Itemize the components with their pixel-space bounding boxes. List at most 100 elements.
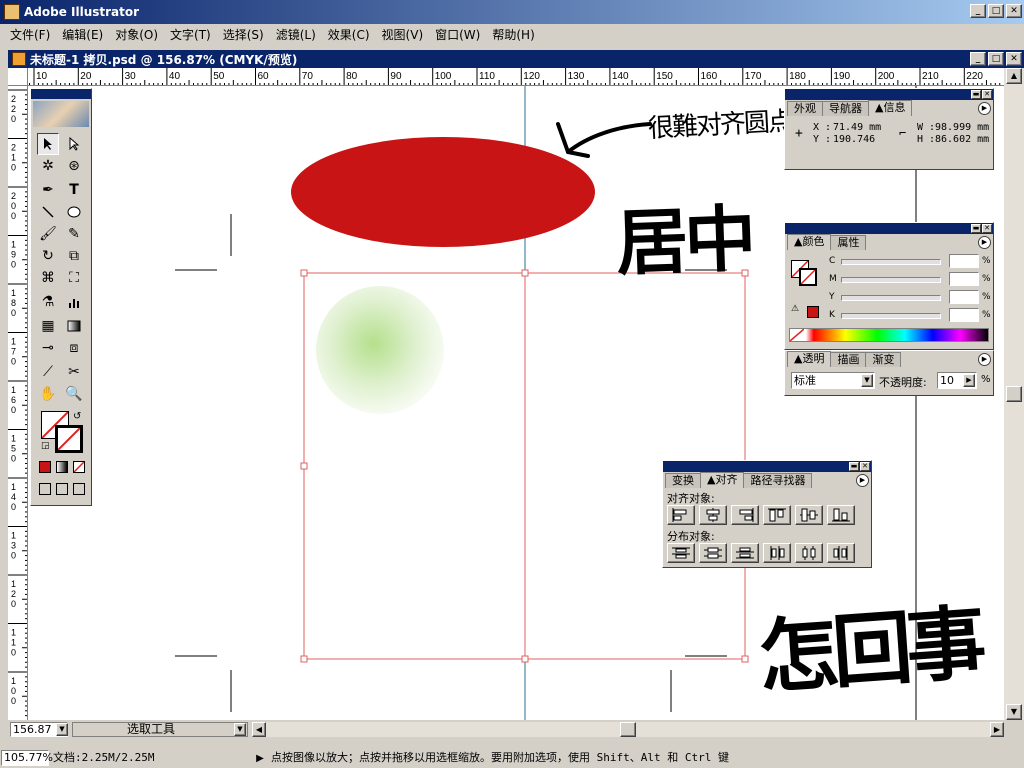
hand-tool-icon[interactable]: ✋ [37,383,59,405]
swap-fill-stroke-icon[interactable]: ↺ [73,411,81,422]
tab-transform[interactable]: 变换 [665,473,701,488]
blend-mode-dropdown-icon[interactable]: ▼ [861,374,873,387]
menu-select[interactable]: 选择(S) [217,26,270,43]
warp-tool-icon[interactable]: ⌘ [37,267,59,289]
pen-tool-icon[interactable]: ✒ [37,179,59,201]
color-spectrum-bar[interactable] [789,328,989,342]
channel-c-slider[interactable] [841,259,941,265]
channel-y-slider[interactable] [841,295,941,301]
align-panel-titlebar[interactable]: ▬ ✕ [663,461,871,472]
tab-stroke[interactable]: 描画 [830,352,867,367]
channel-y-input[interactable] [949,290,979,304]
tab-appearance[interactable]: 外观 [787,101,823,116]
tool-status-field[interactable]: 选取工具 [72,722,248,737]
info-panel-minimize-button[interactable]: ▬ [971,90,981,99]
magic-wand-tool-icon[interactable]: ✲ [37,155,59,177]
document-canvas[interactable]: 很難对齐圆点 居中 怎回事 [28,86,1004,720]
distribute-vertical-centers-icon[interactable] [699,543,727,563]
scissors-tool-icon[interactable]: ✂ [63,361,85,383]
scroll-right-icon[interactable]: ▶ [990,722,1004,737]
pencil-tool-icon[interactable]: ✎ [63,223,85,245]
paintbrush-tool-icon[interactable]: 🖌 [37,223,59,245]
scroll-up-icon[interactable]: ▲ [1006,68,1022,84]
full-screen-mode-icon[interactable] [73,483,85,495]
tab-navigator[interactable]: 导航器 [822,101,869,116]
color-panel-menu-icon[interactable]: ▶ [978,236,991,249]
slice-tool-icon[interactable]: ⟋ [37,361,59,383]
menu-edit[interactable]: 编辑(E) [56,26,109,43]
tab-attributes[interactable]: 属性 [830,235,867,250]
opacity-slider-toggle-icon[interactable]: ▶ [963,374,975,387]
color-panel-close-button[interactable]: ✕ [982,224,992,233]
align-left-edges-icon[interactable] [667,505,695,525]
green-gradient-circle[interactable] [316,286,444,414]
menu-window[interactable]: 窗口(W) [429,26,486,43]
doc-close-button[interactable]: ✕ [1006,52,1022,66]
distribute-horizontal-centers-icon[interactable] [795,543,823,563]
menu-object[interactable]: 对象(O) [109,26,164,43]
align-vertical-centers-icon[interactable] [795,505,823,525]
mesh-tool-icon[interactable]: ▦ [37,315,59,337]
close-button[interactable]: ✕ [1006,4,1022,18]
horizontal-ruler[interactable]: 10 20 30 40 50 60 70 80 90 100 110 120 130 140 150 160 1… [28,68,1004,86]
menu-view[interactable]: 视图(V) [376,26,430,43]
menu-effect[interactable]: 效果(C) [322,26,376,43]
lasso-tool-icon[interactable]: ⊛ [63,155,85,177]
line-tool-icon[interactable] [37,201,59,223]
zoom-tool-icon[interactable]: 🔍 [63,383,85,405]
vertical-scrollbar[interactable]: ▲ ▼ [1004,68,1024,720]
color-panel-titlebar[interactable]: ▬ ✕ [785,223,993,234]
tab-gradient[interactable]: 渐变 [865,352,902,367]
menu-file[interactable]: 文件(F) [4,26,56,43]
vertical-scroll-thumb[interactable] [1006,386,1022,402]
doc-restore-button[interactable]: □ [988,52,1004,66]
blend-tool-icon[interactable]: ⧈ [63,337,85,359]
scroll-down-icon[interactable]: ▼ [1006,704,1022,720]
info-panel-menu-icon[interactable]: ▶ [978,102,991,115]
align-right-edges-icon[interactable] [731,505,759,525]
free-transform-tool-icon[interactable]: ⛶ [63,267,85,289]
gradient-mode-icon[interactable] [56,461,68,473]
channel-c-input[interactable] [949,254,979,268]
distribute-right-icon[interactable] [827,543,855,563]
vertical-ruler[interactable]: 220210200190180170160150140130120110100 [8,86,28,720]
align-bottom-edges-icon[interactable] [827,505,855,525]
type-tool-icon[interactable]: T [63,179,85,201]
app-icon[interactable] [4,4,20,20]
distribute-top-icon[interactable] [667,543,695,563]
align-horizontal-centers-icon[interactable] [699,505,727,525]
channel-m-slider[interactable] [841,277,941,283]
doc-minimize-button[interactable]: _ [970,52,986,66]
align-panel-minimize-button[interactable]: ▬ [849,462,859,471]
red-ellipse[interactable] [291,137,595,247]
menu-help[interactable]: 帮助(H) [486,26,540,43]
info-panel-close-button[interactable]: ✕ [982,90,992,99]
channel-m-input[interactable] [949,272,979,286]
distribute-bottom-icon[interactable] [731,543,759,563]
out-of-gamut-icon[interactable]: ⚠ [791,304,799,314]
stroke-swatch[interactable] [55,425,83,453]
color-gamut-swatch[interactable] [807,306,819,318]
eyedropper-tool-icon[interactable]: ⊸ [37,337,59,359]
standard-screen-mode-icon[interactable] [39,483,51,495]
tool-status-dropdown-icon[interactable]: ▼ [234,723,246,736]
tab-transparency[interactable]: ▲透明 [787,351,832,367]
distribute-left-icon[interactable] [763,543,791,563]
scale-tool-icon[interactable]: ⧉ [63,245,85,267]
adobe-logo-image[interactable] [33,101,89,127]
full-screen-menu-mode-icon[interactable] [56,483,68,495]
none-mode-icon[interactable] [73,461,85,473]
channel-k-slider[interactable] [841,313,941,319]
horizontal-scroll-thumb[interactable] [620,722,636,737]
document-icon[interactable] [12,52,26,66]
align-panel-menu-icon[interactable]: ▶ [856,474,869,487]
zoom-dropdown-icon[interactable]: ▼ [56,723,68,736]
ellipse-tool-icon[interactable] [63,201,85,223]
selection-tool-icon[interactable] [37,133,59,155]
color-mode-icon[interactable] [39,461,51,473]
scroll-left-icon[interactable]: ◀ [252,722,266,737]
ruler-origin[interactable] [8,68,28,86]
graph-tool-icon[interactable] [63,291,85,313]
rotate-tool-icon[interactable]: ↻ [37,245,59,267]
tab-info[interactable]: ▲信息 [868,100,913,116]
